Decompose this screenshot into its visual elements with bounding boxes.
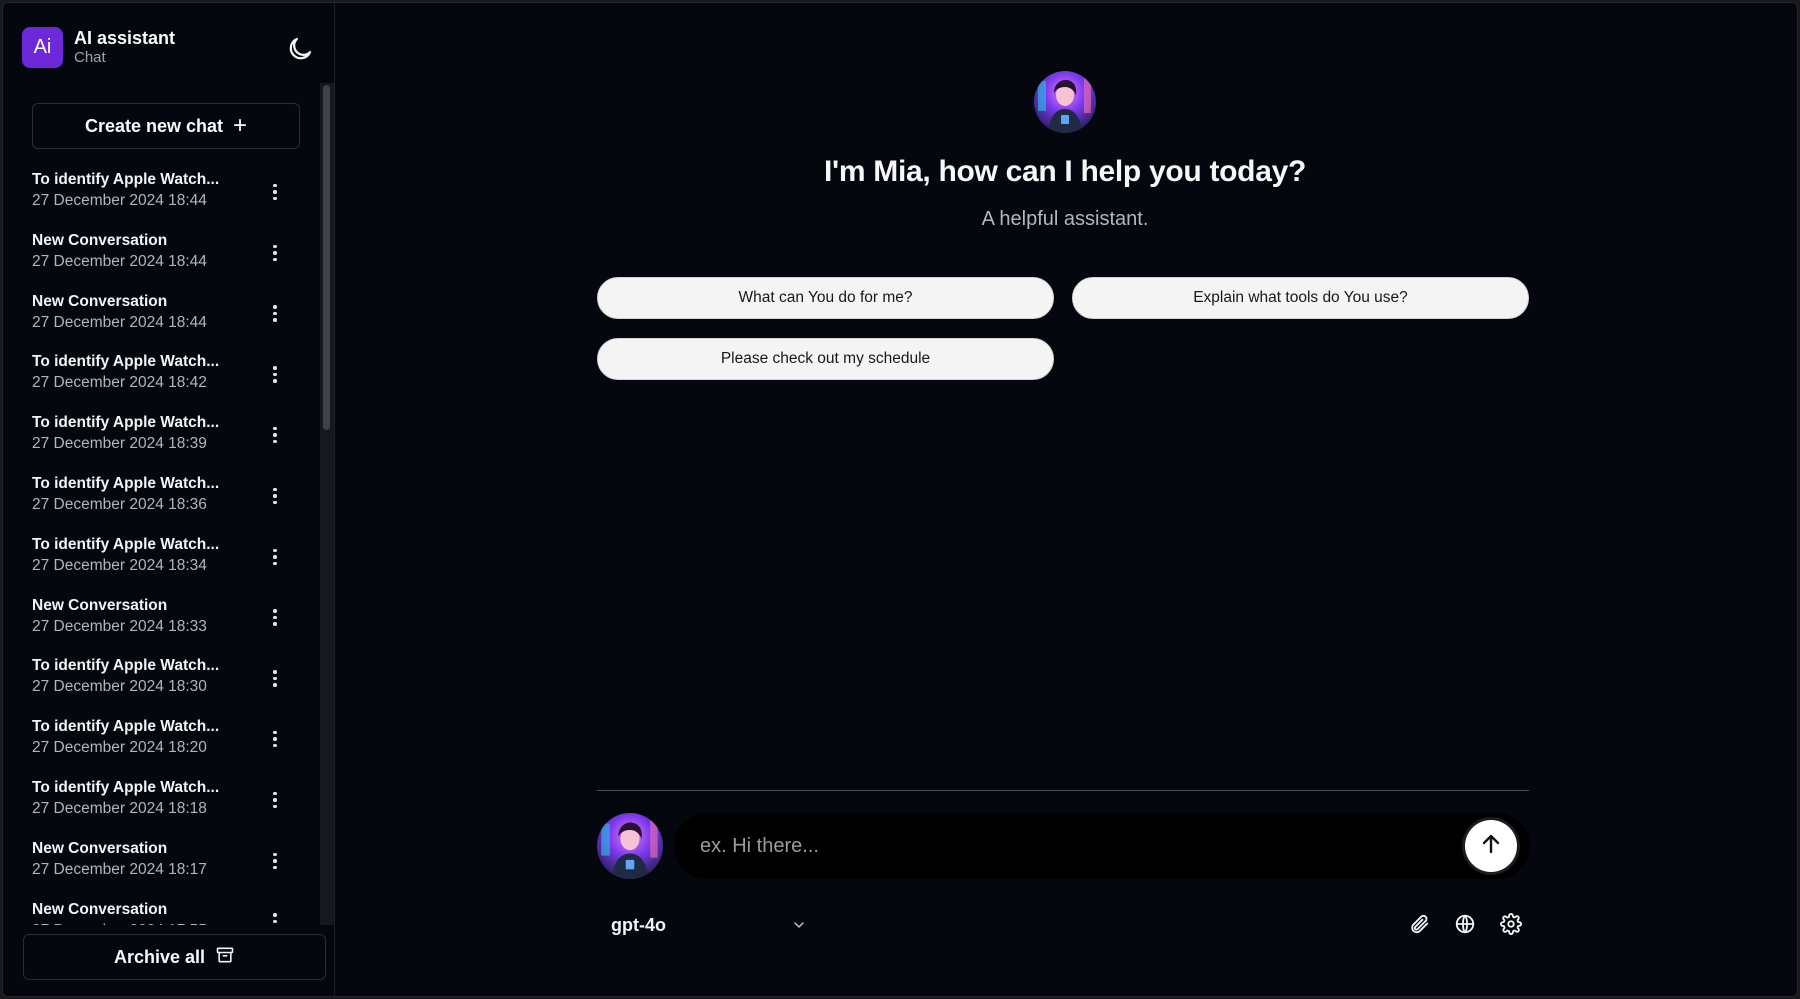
message-input[interactable] xyxy=(700,813,1440,879)
chat-history-item[interactable]: To identify Apple Watch... 27 December 20… xyxy=(3,467,319,528)
chat-history-item[interactable]: To identify Apple Watch... 27 December 20… xyxy=(3,406,319,467)
archive-box-icon xyxy=(215,945,235,970)
suggestion-explain-tools[interactable]: Explain what tools do You use? xyxy=(1072,277,1529,319)
chat-history-list: To identify Apple Watch... 27 December 20… xyxy=(3,163,319,925)
chat-history-item[interactable]: To identify Apple Watch... 27 December 20… xyxy=(3,163,319,224)
chat-history-item[interactable]: To identify Apple Watch... 27 December 20… xyxy=(3,528,319,589)
chat-history-item[interactable]: New Conversation 27 December 2024 18:33 xyxy=(3,589,319,650)
model-selector[interactable]: gpt-4o xyxy=(611,909,807,941)
chat-history-item[interactable]: To identify Apple Watch... 27 December 20… xyxy=(3,649,319,710)
message-composer xyxy=(674,813,1530,879)
sidebar-scrollbar[interactable] xyxy=(320,83,334,925)
plus-icon: + xyxy=(233,112,248,139)
arrow-up-icon xyxy=(1479,832,1503,861)
kebab-icon[interactable] xyxy=(264,542,286,572)
assistant-avatar xyxy=(1034,71,1096,133)
gear-icon[interactable] xyxy=(1498,911,1524,937)
chat-main: I'm Mia, how can I help you today? A hel… xyxy=(336,3,1797,996)
kebab-icon[interactable] xyxy=(264,846,286,876)
brand-subtitle: Chat xyxy=(74,48,106,66)
sidebar: Ai AI assistant Chat Create new chat + T… xyxy=(3,3,335,996)
kebab-icon[interactable] xyxy=(264,481,286,511)
suggestion-what-can-you-do[interactable]: What can You do for me? xyxy=(597,277,1054,319)
assistant-subtitle: A helpful assistant. xyxy=(981,208,1149,230)
paperclip-icon[interactable] xyxy=(1406,911,1432,937)
globe-icon[interactable] xyxy=(1452,911,1478,937)
kebab-icon[interactable] xyxy=(264,724,286,754)
composer-divider xyxy=(597,790,1529,791)
chat-history-item[interactable]: New Conversation27 December 2024 17:55 xyxy=(3,893,319,925)
chevron-down-icon xyxy=(791,917,807,938)
chat-history-item[interactable]: To identify Apple Watch... 27 December 20… xyxy=(3,771,319,832)
archive-all-label: Archive all xyxy=(113,946,206,967)
kebab-icon[interactable] xyxy=(264,299,286,329)
brand-logo: Ai xyxy=(22,27,63,68)
chat-history-item[interactable]: New Conversation 27 December 2024 18:44 xyxy=(3,285,319,346)
chat-history-item[interactable]: New Conversation 27 December 2024 18:44 xyxy=(3,224,319,285)
kebab-icon[interactable] xyxy=(264,238,286,268)
kebab-icon[interactable] xyxy=(264,907,286,925)
kebab-icon[interactable] xyxy=(264,359,286,389)
create-new-chat-button[interactable]: Create new chat + xyxy=(32,103,300,149)
kebab-icon[interactable] xyxy=(264,177,286,207)
chat-history-item[interactable]: New Conversation 27 December 2024 18:17 xyxy=(3,832,319,893)
send-button[interactable] xyxy=(1465,820,1517,872)
chat-history-item[interactable]: To identify Apple Watch... 27 December 20… xyxy=(3,345,319,406)
brand: Ai AI assistant Chat xyxy=(22,27,175,68)
kebab-icon[interactable] xyxy=(264,603,286,633)
create-new-chat-label: Create new chat xyxy=(84,115,224,136)
chat-history-item[interactable]: To identify Apple Watch... 27 December 20… xyxy=(3,710,319,771)
model-selector-value: gpt-4o xyxy=(611,914,666,935)
suggestion-check-schedule[interactable]: Please check out my schedule xyxy=(597,338,1054,380)
kebab-icon[interactable] xyxy=(264,663,286,693)
moon-icon[interactable] xyxy=(285,34,315,64)
greeting-title: I'm Mia, how can I help you today? xyxy=(824,155,1306,188)
kebab-icon[interactable] xyxy=(264,420,286,450)
sidebar-scrollbar-thumb[interactable] xyxy=(323,85,330,430)
archive-all-button[interactable]: Archive all xyxy=(23,934,326,980)
app-window: Ai AI assistant Chat Create new chat + T… xyxy=(2,2,1798,997)
composer-avatar xyxy=(597,813,663,879)
kebab-icon[interactable] xyxy=(264,785,286,815)
brand-title: AI assistant xyxy=(74,27,176,48)
